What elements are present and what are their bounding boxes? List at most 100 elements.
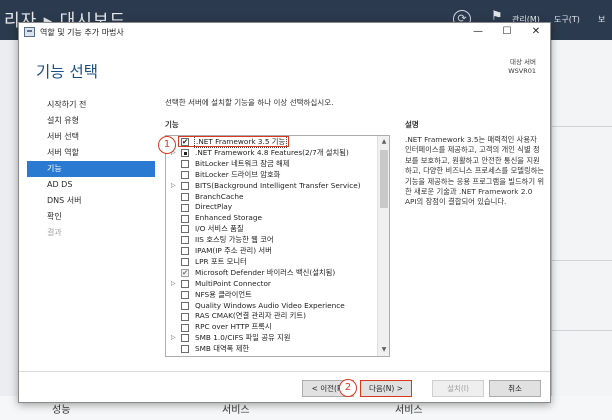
feature-row[interactable]: ▷ BITS(Background Intelligent Transfer Se… [166, 181, 378, 191]
scroll-up-arrow-icon[interactable]: ▲ [378, 136, 389, 148]
feature-row[interactable]: BitLocker 네트워크 잠금 해제 [166, 159, 378, 169]
feature-checkbox [181, 268, 189, 278]
feature-checkbox[interactable] [181, 214, 189, 223]
feature-label: RAS CMAK(연결 관리자 관리 키트) [195, 311, 306, 321]
feature-checkbox[interactable] [181, 225, 189, 234]
nav-item-7[interactable]: 확인 [27, 209, 155, 225]
nav-item-8: 결과 [47, 228, 62, 237]
feature-label: BitLocker 네트워크 잠금 해제 [195, 158, 290, 168]
feature-row[interactable]: Enhanced Storage [166, 213, 378, 223]
nav-item-1[interactable]: 설치 유형 [27, 113, 155, 129]
feature-checkbox[interactable] [181, 290, 189, 299]
feature-row[interactable]: ▷ MultiPoint Connector [166, 279, 378, 289]
destination-server-name: WSVR01 [508, 67, 536, 75]
feature-checkbox[interactable] [181, 334, 189, 343]
scrollbar-thumb[interactable] [380, 150, 388, 208]
feature-row[interactable]: IIS 호스팅 가능한 웹 코어 [166, 235, 378, 245]
scroll-down-arrow-icon[interactable]: ▼ [378, 344, 389, 356]
feature-checkbox[interactable] [181, 170, 189, 179]
annotation-step-2: 2 [339, 379, 357, 397]
feature-row[interactable]: ▷ SMB 1.0/CIFS 파일 공유 지원 [166, 333, 378, 343]
feature-label: SMB 대역폭 제한 [195, 344, 250, 354]
feature-label: IIS 호스팅 가능한 웹 코어 [195, 235, 274, 245]
feature-label: BitLocker 드라이브 암호화 [195, 169, 281, 179]
tile-label-performance[interactable]: 성능 [52, 401, 70, 416]
footer-divider [19, 371, 550, 372]
highlight-net35 [178, 136, 289, 147]
window-titlebar[interactable]: 역할 및 기능 추가 마법사 — ☐ ✕ [19, 23, 550, 42]
minimize-button[interactable]: — [466, 24, 490, 40]
feature-label: BITS(Background Intelligent Transfer Ser… [195, 180, 361, 190]
description-header: 설명 [405, 120, 419, 129]
feature-description: .NET Framework 3.5는 매력적인 사용자 인터페이스를 제공하고… [405, 135, 545, 207]
features-tree[interactable]: ▷.NET Framework 3.5 기능▷.NET Framework 4.… [165, 135, 390, 357]
feature-row[interactable]: ▷ .NET Framework 4.8 Features(2/7개 설치됨) [166, 148, 378, 158]
feature-label: RPC over HTTP 프록시 [195, 322, 272, 332]
install-button[interactable]: 설치(I) [432, 380, 484, 397]
nav-item-3[interactable]: 서버 역할 [27, 145, 155, 161]
feature-checkbox[interactable] [181, 160, 189, 169]
feature-checkbox[interactable] [181, 181, 189, 190]
annotation-step-1: 1 [158, 136, 176, 154]
feature-checkbox[interactable] [181, 203, 189, 212]
add-roles-features-wizard: 역할 및 기능 추가 마법사 — ☐ ✕ 기능 선택 대상 서버 WSVR01 … [18, 22, 551, 403]
feature-row[interactable]: BitLocker 드라이브 암호화 [166, 170, 378, 180]
feature-row[interactable]: Microsoft Defender 바이러스 백신(설치됨) [166, 268, 378, 278]
expand-arrow-icon[interactable]: ▷ [171, 181, 176, 191]
expand-arrow-icon[interactable]: ▷ [171, 279, 176, 289]
dashboard-tile-panel [551, 40, 612, 420]
feature-row[interactable]: Quality Windows Audio Video Experience [166, 301, 378, 311]
features-list-header: 기능 [165, 120, 179, 129]
instruction-text: 선택한 서버에 설치할 기능을 하나 이상 선택하십시오. [165, 98, 334, 107]
feature-row[interactable]: DirectPlay [166, 202, 378, 212]
feature-checkbox[interactable] [181, 301, 189, 310]
feature-row[interactable]: SMB 대역폭 제한 [166, 344, 378, 354]
feature-label: Enhanced Storage [195, 213, 262, 223]
server-manager-sidebar [0, 40, 18, 396]
feature-checkbox[interactable] [181, 258, 189, 267]
feature-label: SMB 1.0/CIFS 파일 공유 지원 [195, 333, 291, 343]
feature-label: .NET Framework 4.8 Features(2/7개 설치됨) [195, 147, 349, 157]
feature-checkbox[interactable] [181, 236, 189, 245]
tile-label-services-2[interactable]: 서비스 [395, 401, 423, 416]
feature-row[interactable]: RAS CMAK(연결 관리자 관리 키트) [166, 311, 378, 321]
feature-checkbox[interactable] [181, 323, 189, 332]
feature-checkbox[interactable] [181, 192, 189, 201]
feature-label: BranchCache [195, 191, 244, 201]
feature-checkbox[interactable] [181, 345, 189, 354]
window-title: 역할 및 기능 추가 마법사 [40, 28, 124, 37]
tile-label-services[interactable]: 서비스 [222, 401, 250, 416]
maximize-button[interactable]: ☐ [495, 24, 519, 40]
feature-row[interactable]: I/O 서비스 품질 [166, 224, 378, 234]
cancel-button[interactable]: 취소 [489, 380, 541, 397]
feature-checkbox[interactable] [181, 247, 189, 256]
feature-row[interactable]: BranchCache [166, 192, 378, 202]
nav-item-0[interactable]: 시작하기 전 [27, 97, 155, 113]
destination-server-caption: 대상 서버 [510, 58, 536, 66]
nav-item-4[interactable]: 기능 [27, 161, 155, 177]
nav-item-2[interactable]: 서버 선택 [27, 129, 155, 145]
feature-label: NFS용 클라이언트 [195, 289, 252, 299]
nav-item-5[interactable]: AD DS [27, 177, 155, 193]
next-button[interactable]: 다음(N) > [360, 380, 412, 397]
features-scrollbar[interactable]: ▲ ▼ [377, 136, 389, 356]
close-button[interactable]: ✕ [524, 24, 548, 40]
feature-checkbox[interactable] [181, 279, 189, 288]
menu-tools[interactable]: 도구(T) [554, 14, 580, 25]
feature-checkbox[interactable] [181, 149, 189, 158]
feature-label: Microsoft Defender 바이러스 백신(설치됨) [195, 267, 336, 277]
page-title: 기능 선택 [36, 63, 98, 81]
feature-row[interactable]: IPAM(IP 주소 관리) 서버 [166, 246, 378, 256]
menu-view[interactable]: 보 [598, 14, 605, 25]
feature-label: IPAM(IP 주소 관리) 서버 [195, 246, 272, 255]
nav-item-6[interactable]: DNS 서버 [27, 193, 155, 209]
feature-label: Quality Windows Audio Video Experience [195, 300, 345, 310]
server-manager-app-icon [24, 27, 35, 37]
feature-row[interactable]: LPR 포트 모니터 [166, 257, 378, 267]
feature-label: I/O 서비스 품질 [195, 224, 244, 234]
feature-row[interactable]: RPC over HTTP 프록시 [166, 322, 378, 332]
expand-arrow-icon[interactable]: ▷ [171, 333, 176, 343]
feature-row[interactable]: NFS용 클라이언트 [166, 290, 378, 300]
destination-server: 대상 서버 WSVR01 [508, 58, 536, 76]
feature-checkbox[interactable] [181, 312, 189, 321]
